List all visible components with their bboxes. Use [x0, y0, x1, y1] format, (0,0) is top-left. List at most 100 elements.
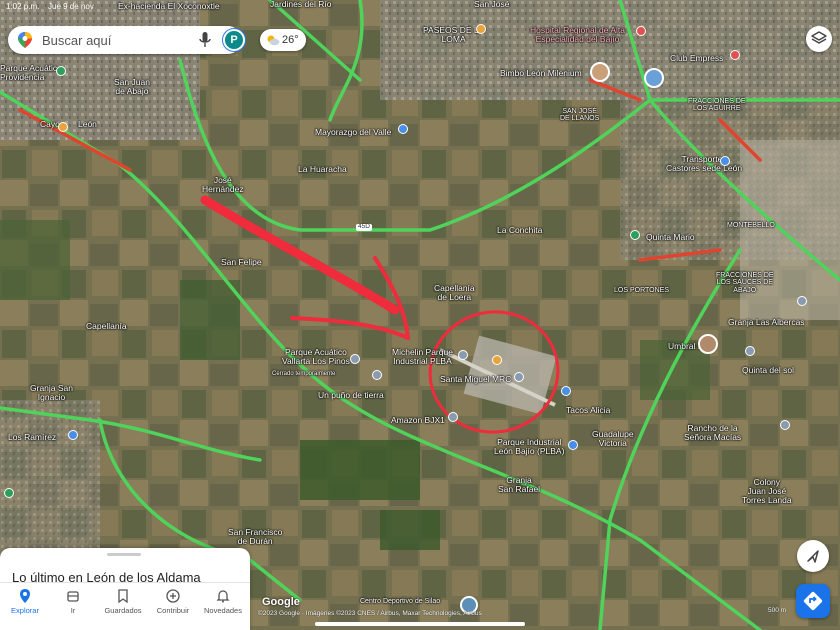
map-label[interactable]: Cerrado temporalmente [272, 371, 335, 377]
poi-marker-icon[interactable] [636, 26, 646, 36]
map-label[interactable]: Quinta del sol [742, 366, 794, 375]
sheet-drag-handle[interactable] [107, 553, 141, 556]
poi-marker-icon[interactable] [561, 386, 571, 396]
poi-marker-icon[interactable] [568, 440, 578, 450]
poi-marker-icon[interactable] [720, 156, 730, 166]
map-label[interactable]: Los Ramírez [8, 433, 56, 442]
map-label[interactable]: La Huaracha [298, 165, 347, 174]
tab-label: Ir [70, 606, 76, 615]
map-label[interactable]: Centro Deportivo de Silao [360, 598, 440, 605]
club-photo-marker[interactable] [644, 68, 664, 88]
map-label[interactable]: Michelin Parque Industrial PLBA [392, 348, 453, 366]
poi-marker-icon[interactable] [56, 66, 66, 76]
search-input[interactable]: Buscar aquí [42, 33, 111, 48]
status-date: Jue 9 de nov [48, 2, 94, 11]
poi-marker-icon[interactable] [780, 420, 790, 430]
tab-novedades[interactable]: Novedades [198, 587, 248, 627]
map-label[interactable]: San Felipe [221, 258, 262, 267]
map-label[interactable]: LOS PORTONES [614, 287, 669, 294]
map-label[interactable]: Parque Industrial León Bajío (PLBA) [494, 438, 564, 456]
bell-icon [216, 590, 230, 603]
poi-marker-icon[interactable] [350, 354, 360, 364]
map-label[interactable]: Club Empress [670, 54, 723, 63]
copyright-text[interactable]: ©2023 Google · Imágenes ©2023 CNES / Air… [258, 610, 482, 617]
map-label[interactable]: San José [474, 0, 509, 9]
map-label[interactable]: Colony Juan José Torres Landa [742, 478, 792, 505]
poi-marker-icon[interactable] [398, 124, 408, 134]
map-label[interactable]: Capellanía de Loera [434, 284, 475, 302]
tab-ir[interactable]: Ir [48, 587, 98, 627]
tab-contribuir[interactable]: Contribuir [148, 587, 198, 627]
car-icon [67, 591, 79, 602]
bookmark-icon [118, 589, 128, 603]
my-location-button[interactable] [797, 540, 829, 572]
plus-circle-icon [166, 589, 180, 603]
poi-marker-icon[interactable] [4, 488, 14, 498]
map-label[interactable]: Transportes Castores sede León [666, 155, 742, 173]
map-label[interactable]: La Conchita [497, 226, 542, 235]
map-label[interactable]: Quinta Mario [646, 233, 695, 242]
status-time: 1:02 p.m. [6, 2, 40, 11]
map-label[interactable]: Mayorazgo del Valle [315, 128, 391, 137]
map-label[interactable]: Santa Miguel MRC [440, 375, 511, 384]
map-label[interactable]: San Francisco de Durán [228, 528, 282, 546]
map-label[interactable]: Granja San Ignacio [30, 384, 73, 402]
tab-explorar[interactable]: Explorar [0, 587, 50, 627]
layers-icon [811, 31, 827, 44]
map-label[interactable]: Guadalupe Victoria [592, 430, 634, 448]
map-label[interactable]: Un puño de tierra [318, 391, 384, 400]
tab-guardados[interactable]: Guardados [98, 587, 148, 627]
map-label[interactable]: Tacos Alicia [566, 406, 610, 415]
layers-button[interactable] [806, 26, 832, 52]
poi-marker-icon[interactable] [58, 122, 68, 132]
poi-marker-icon[interactable] [514, 372, 524, 382]
map-label[interactable]: Parque Acuático Providencia [0, 64, 62, 82]
account-avatar[interactable]: P [223, 29, 245, 51]
weather-temperature: 26° [282, 34, 299, 46]
poi-marker-icon[interactable] [797, 296, 807, 306]
navigation-arrow-icon [807, 550, 819, 563]
map-label[interactable]: Rancho de la Señora Macías [684, 424, 741, 442]
map-label[interactable]: Cayo [40, 120, 60, 129]
weather-chip[interactable]: 26° [260, 29, 306, 51]
poi-marker-icon[interactable] [448, 412, 458, 422]
directions-icon [803, 591, 823, 611]
map-label[interactable]: Bimbo León Milenium [500, 69, 582, 78]
highway-shield: 45D [356, 223, 372, 231]
umbral-photo-marker[interactable] [698, 334, 718, 354]
directions-button[interactable] [796, 584, 830, 618]
search-bar[interactable]: Buscar aquí P [8, 26, 245, 54]
poi-marker-icon[interactable] [372, 370, 382, 380]
map-label[interactable]: Capellanía [86, 322, 127, 331]
poi-marker-icon[interactable] [476, 24, 486, 34]
map-label[interactable]: José Hernández [202, 176, 244, 194]
map-label[interactable]: Amazon BJX1 [391, 416, 445, 425]
map-label[interactable]: Ex-hacienda El Xoconoxtle [118, 2, 220, 11]
poi-marker-icon[interactable] [630, 230, 640, 240]
airport-marker-icon[interactable] [492, 355, 502, 365]
scale-bar: 500 m [768, 607, 787, 614]
map-label[interactable]: Granja San Rafael [498, 476, 540, 494]
poi-marker-icon[interactable] [730, 50, 740, 60]
bottom-navigation: Explorar Ir Guardados Contribuir Novedad… [0, 582, 250, 630]
map-label[interactable]: FRACCIONES DE LOS SAUCES DE ABAJO [716, 272, 774, 294]
tab-label: Guardados [104, 606, 142, 615]
bimbo-photo-marker[interactable] [590, 62, 610, 82]
tab-label: Explorar [11, 606, 39, 615]
map-label[interactable]: MONTEBELLO [727, 222, 775, 229]
map-label[interactable]: Hospital Regional de Alta Especialidad d… [530, 26, 625, 44]
map-label[interactable]: León [78, 120, 97, 129]
microphone-icon[interactable] [199, 32, 211, 48]
map-label[interactable]: Granja Las Albercas [728, 318, 805, 327]
map-label[interactable]: Parque Acuático Vallarta Los Pinos [282, 348, 350, 366]
map-label[interactable]: SAN JOSÉ DE LLANOS [560, 108, 599, 123]
poi-marker-icon[interactable] [458, 350, 468, 360]
map-label[interactable]: San Juan de Abajo [114, 78, 150, 96]
tab-label: Contribuir [156, 606, 190, 615]
google-maps-pin-icon [18, 32, 32, 48]
map-label[interactable]: Jardines del Río [270, 0, 331, 9]
poi-marker-icon[interactable] [68, 430, 78, 440]
map-label[interactable]: FRACCIONES DE LOS AGUIRRE [688, 98, 746, 113]
home-indicator[interactable] [315, 622, 525, 626]
poi-marker-icon[interactable] [745, 346, 755, 356]
